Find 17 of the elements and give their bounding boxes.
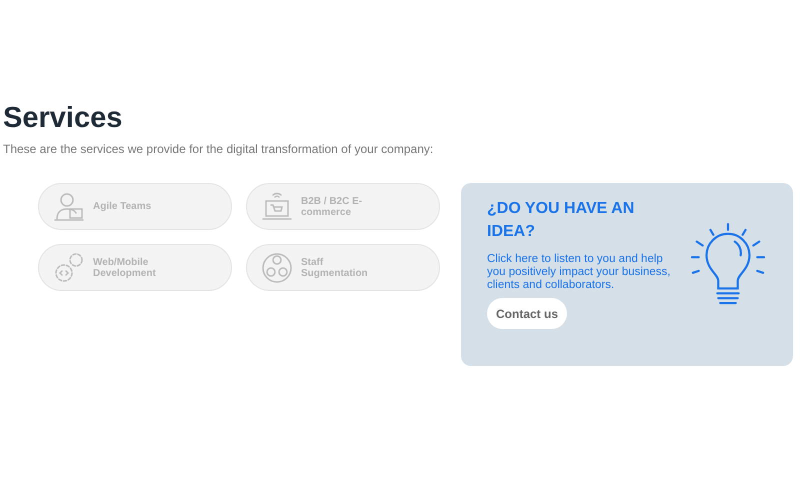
service-label: Staff Sugmentation: [301, 256, 369, 278]
contact-button[interactable]: Contact us: [487, 298, 568, 329]
service-card[interactable]: Web/Mobile Development: [38, 244, 232, 291]
service-label: Web/Mobile Development: [93, 256, 157, 278]
service-card[interactable]: Agile Teams: [38, 183, 232, 230]
service-card[interactable]: B2B / B2C E-commerce: [246, 183, 440, 230]
service-label: Agile Teams: [93, 201, 152, 212]
section-title: Services: [3, 101, 124, 136]
service-label: B2B / B2C E-commerce: [301, 196, 364, 218]
idea-title: ¿DO YOU HAVE AN IDEA?: [487, 199, 636, 242]
intro-text: These are the services we provide for the digital transformation of your company:: [3, 142, 434, 156]
person-laptop-icon: [53, 190, 85, 222]
gears-code-icon: [53, 252, 85, 284]
service-card[interactable]: Staff Sugmentation: [246, 244, 440, 291]
laptop-cart-icon: [261, 190, 293, 222]
people-group-icon: [261, 252, 293, 284]
idea-text[interactable]: Click here to listen to you and help you positively impact your business, clients and collaborators.: [487, 253, 672, 292]
